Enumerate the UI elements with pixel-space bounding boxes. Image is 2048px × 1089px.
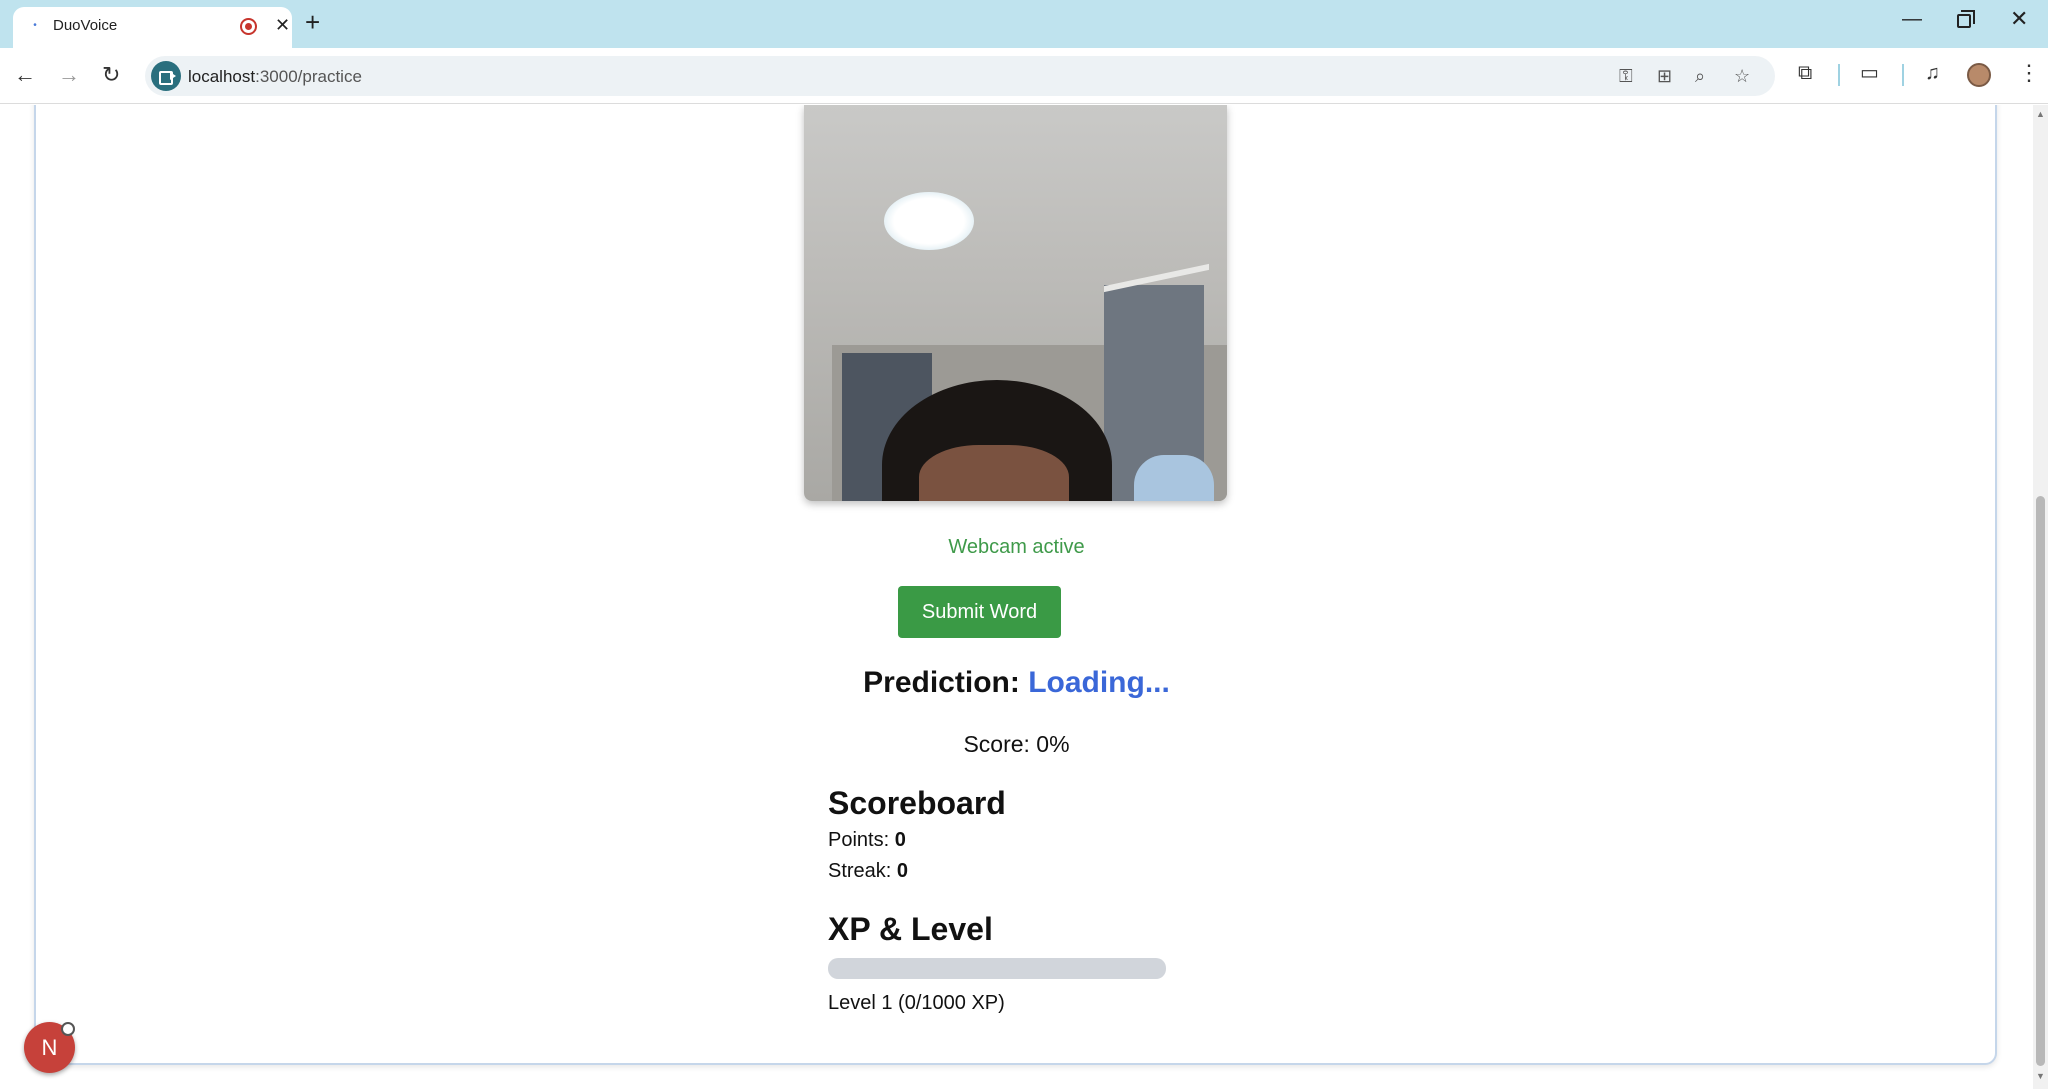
webcam-ceiling-light — [884, 192, 974, 250]
scrollbar-thumb[interactable] — [2036, 496, 2045, 1066]
tab-strip: • DuoVoice ✕ + — ✕ — [0, 0, 2048, 48]
xp-progress-bar — [828, 958, 1166, 979]
tab-duovoice[interactable]: • DuoVoice ✕ — [13, 7, 292, 48]
dev-tools-status-dot — [61, 1022, 75, 1036]
webcam-feed — [804, 105, 1227, 501]
back-button[interactable]: ← — [14, 62, 36, 88]
tab-search-icon[interactable]: ▭ — [1860, 60, 1879, 86]
zoom-icon[interactable]: ⌕ — [1695, 65, 1705, 87]
profile-avatar[interactable] — [1967, 63, 1991, 87]
scroll-up-icon[interactable]: ▲ — [2036, 109, 2045, 119]
translate-icon[interactable]: ⊞ — [1657, 65, 1672, 87]
key-icon[interactable]: ⚿ — [1619, 65, 1633, 87]
close-tab-icon[interactable]: ✕ — [275, 14, 290, 36]
new-tab-button[interactable]: + — [305, 9, 320, 35]
reload-button[interactable]: ↻ — [102, 62, 120, 88]
url-host: localhost — [188, 67, 256, 86]
camera-indicator-icon[interactable] — [151, 61, 181, 91]
prediction: Prediction: Loading... — [0, 666, 2033, 700]
page-viewport: Webcam active Submit Word Prediction: Lo… — [0, 105, 2033, 1089]
prediction-label: Prediction: — [863, 666, 1020, 699]
level-text: Level 1 (0/1000 XP) — [828, 992, 1005, 1014]
streak-label: Streak: — [828, 860, 892, 882]
url-path: :3000/practice — [255, 67, 362, 86]
webcam-person-face — [919, 445, 1069, 501]
toolbar-separator — [1902, 64, 1904, 86]
webcam-status: Webcam active — [948, 536, 1085, 558]
toolbar-separator — [1838, 64, 1840, 86]
extensions-icon[interactable]: ⧉ — [1798, 60, 1812, 86]
points-value: 0 — [894, 829, 906, 851]
score-text: Score: 0% — [963, 731, 1070, 757]
points-label: Points: — [828, 829, 890, 851]
scroll-down-icon[interactable]: ▼ — [2036, 1071, 2045, 1081]
streak-row: Streak: 0 — [828, 860, 908, 883]
minimize-button[interactable]: — — [1902, 8, 1922, 31]
url-text[interactable]: localhost:3000/practice — [188, 67, 362, 87]
tab-title: DuoVoice — [53, 17, 118, 34]
recording-icon — [240, 18, 257, 35]
webcam-object — [1134, 455, 1214, 501]
xp-title: XP & Level — [828, 911, 993, 947]
address-bar[interactable]: localhost:3000/practice ⚿ ⊞ ⌕ ☆ — [145, 56, 1775, 96]
prediction-value: Loading... — [1028, 666, 1170, 699]
submit-word-button[interactable]: Submit Word — [898, 586, 1061, 638]
close-window-button[interactable]: ✕ — [2010, 7, 2028, 31]
browser-menu-icon[interactable]: ⋮ — [2018, 60, 2040, 86]
favicon-icon: • — [33, 20, 37, 31]
restore-button[interactable] — [1957, 10, 1975, 28]
scoreboard-title: Scoreboard — [828, 785, 1006, 821]
streak-value: 0 — [896, 860, 909, 882]
browser-toolbar: ← → ↻ localhost:3000/practice ⚿ ⊞ ⌕ ☆ ⧉ … — [0, 48, 2048, 104]
media-controls-icon[interactable]: ♫ — [1925, 60, 1940, 86]
page-scrollbar[interactable]: ▲ ▼ — [2033, 105, 2048, 1089]
bookmark-star-icon[interactable]: ☆ — [1734, 65, 1750, 87]
points-row: Points: 0 — [828, 829, 906, 852]
forward-button[interactable]: → — [58, 62, 80, 88]
